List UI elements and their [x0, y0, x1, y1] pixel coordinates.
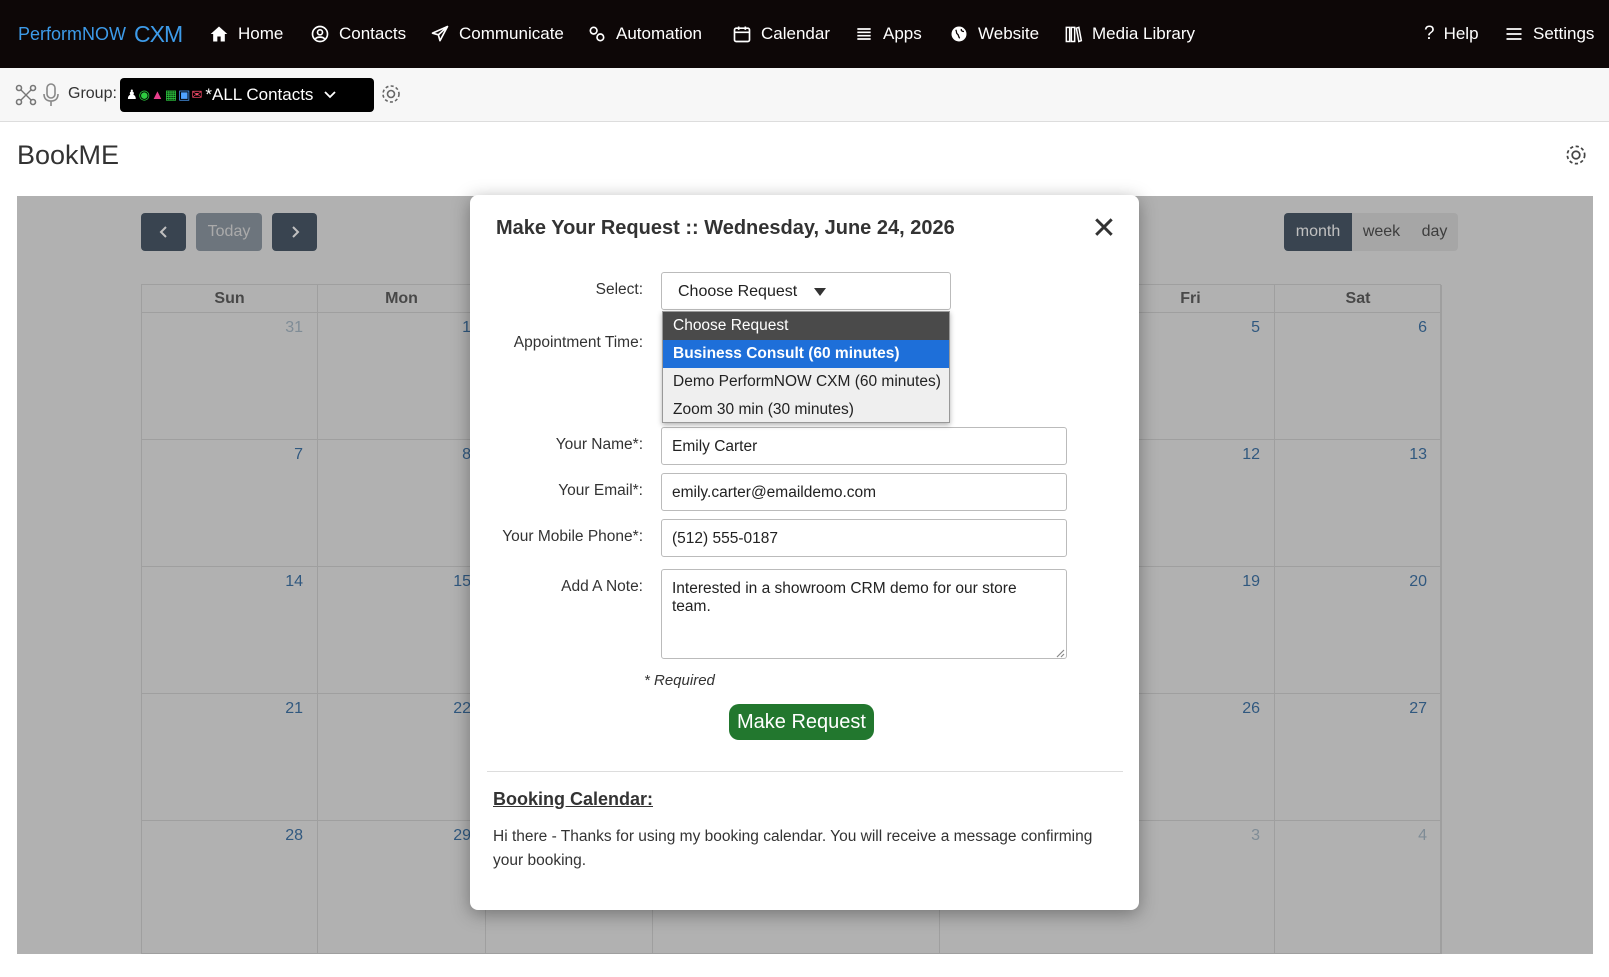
nav-contacts-label: Contacts: [339, 24, 407, 43]
caret-down-icon: [814, 288, 826, 296]
phone-label: Your Mobile Phone*:: [502, 528, 643, 545]
microphone-icon[interactable]: [41, 82, 61, 108]
make-request-button[interactable]: Make Request: [729, 704, 874, 740]
close-icon[interactable]: ✕: [1090, 214, 1118, 244]
group-select[interactable]: ♟◉▲▦▣✉ *ALL Contacts: [120, 78, 374, 112]
note-textarea[interactable]: Interested in a showroom CRM demo for ou…: [661, 569, 1067, 659]
top-nav-bar: PerformNOW CXM Home Contacts Communicate…: [0, 0, 1609, 68]
gear-icon[interactable]: [379, 82, 403, 106]
modal-divider: [487, 771, 1123, 772]
page-settings-gear-icon[interactable]: [1563, 142, 1589, 168]
dropdown-option[interactable]: Choose Request: [663, 312, 949, 340]
request-type-select-value: Choose Request: [678, 283, 798, 300]
email-label: Your Email*:: [558, 482, 643, 499]
required-note: * Required: [644, 672, 715, 689]
list-icon: [857, 28, 871, 40]
globe-icon: [951, 26, 967, 42]
nav-help[interactable]: ? Help: [1424, 0, 1479, 68]
appointment-time-label: Appointment Time:: [513, 334, 643, 351]
name-label: Your Name*:: [555, 436, 643, 453]
nav-settings-label: Settings: [1533, 24, 1595, 43]
group-select-value: *ALL Contacts: [205, 85, 314, 104]
note-label: Add A Note:: [561, 578, 643, 595]
gears-icon: [589, 26, 605, 42]
page-title: BookME: [17, 140, 120, 170]
user-circle-icon: [311, 25, 329, 43]
email-field[interactable]: emily.carter@emaildemo.com: [661, 473, 1067, 511]
nav-website-label: Website: [978, 24, 1040, 43]
name-field[interactable]: Emily Carter: [661, 427, 1067, 465]
calendar-icon: [733, 26, 751, 43]
hamburger-menu-icon: [1506, 28, 1522, 40]
request-type-dropdown-list: Choose Request Business Consult (60 minu…: [662, 311, 950, 423]
group-label: Group:: [68, 85, 117, 102]
chevron-down-icon: [324, 91, 337, 99]
nav-home[interactable]: Home: [209, 0, 283, 68]
nav-automation-label: Automation: [616, 24, 702, 43]
nav-contacts[interactable]: Contacts: [310, 0, 406, 68]
nav-automation[interactable]: Automation: [587, 0, 702, 68]
nav-communicate-label: Communicate: [459, 24, 564, 43]
phone-field[interactable]: (512) 555-0187: [661, 519, 1067, 557]
booking-calendar-heading: Booking Calendar:: [493, 789, 654, 809]
nav-calendar-label: Calendar: [761, 24, 830, 43]
nav-apps[interactable]: Apps: [854, 0, 922, 68]
nav-website[interactable]: Website: [949, 0, 1039, 68]
logo[interactable]: PerformNOW CXM: [18, 17, 183, 51]
select-label: Select:: [595, 281, 643, 298]
nav-media-library-label: Media Library: [1092, 24, 1195, 43]
nav-settings[interactable]: Settings: [1504, 0, 1594, 68]
logo-text: PerformNOW: [18, 23, 126, 44]
request-modal: Make Your Request :: Wednesday, June 24,…: [470, 195, 1139, 910]
nav-communicate[interactable]: Communicate: [430, 0, 564, 68]
nav-home-label: Home: [238, 24, 284, 43]
group-toolbar: Group: ♟◉▲▦▣✉ *ALL Contacts: [0, 68, 1609, 122]
dropdown-option-highlighted[interactable]: Business Consult (60 minutes): [663, 340, 949, 368]
request-type-select[interactable]: Choose Request: [661, 272, 951, 310]
modal-title: Make Your Request :: Wednesday, June 24,…: [496, 217, 955, 239]
nav-calendar[interactable]: Calendar: [732, 0, 830, 68]
question-icon: ?: [1424, 23, 1435, 44]
home-icon: [210, 26, 228, 42]
booking-calendar-message: Hi there - Thanks for using my booking c…: [493, 828, 1093, 869]
nav-apps-label: Apps: [883, 24, 922, 43]
paper-plane-icon: [431, 25, 449, 42]
dropdown-option[interactable]: Zoom 30 min (30 minutes): [663, 396, 949, 424]
logo-cxm: CXM: [134, 20, 183, 47]
dropdown-option[interactable]: Demo PerformNOW CXM (60 minutes): [663, 368, 949, 396]
nav-media-library[interactable]: Media Library: [1063, 0, 1195, 68]
nav-help-label: Help: [1443, 24, 1479, 43]
network-icon[interactable]: [14, 83, 38, 107]
group-type-icons: ♟◉▲▦▣✉: [126, 87, 204, 102]
resize-handle-icon[interactable]: [1055, 648, 1065, 658]
library-icon: [1065, 26, 1083, 43]
